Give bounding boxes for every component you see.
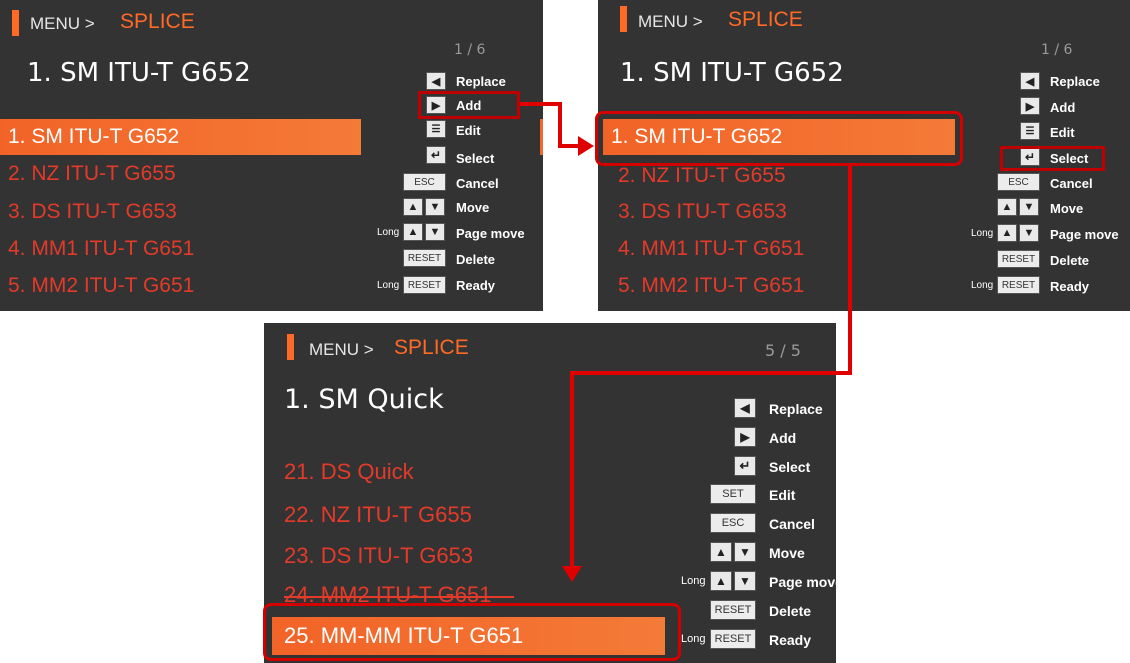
key-label-ready: Ready	[1050, 279, 1090, 294]
key-label-replace: Replace	[456, 74, 506, 89]
edit-key-icon: ☰	[1020, 122, 1040, 140]
left-arrow-key-icon: ◀	[1020, 72, 1040, 90]
key-label-page-move: Page move	[1050, 227, 1119, 242]
key-label-select: Select	[769, 459, 811, 475]
long-press-label: Long	[681, 633, 706, 645]
esc-key-icon: ESC	[997, 173, 1040, 191]
reset-key-icon: RESET	[997, 276, 1040, 294]
list-item[interactable]: 3. DS ITU-T G653	[8, 200, 177, 224]
current-setting-title: 1. SM ITU-T G652	[620, 58, 844, 88]
reset-key-icon: RESET	[997, 250, 1040, 268]
up-arrow-key-icon: ▲	[403, 198, 423, 216]
enter-key-icon: ↵	[734, 456, 756, 476]
list-item[interactable]: 5. MM2 ITU-T G651	[618, 274, 804, 298]
up-arrow-key-icon: ▲	[403, 223, 423, 241]
header-accent-bar	[287, 334, 294, 360]
header-accent-bar	[12, 10, 19, 36]
enter-key-icon: ↵	[426, 146, 446, 164]
down-arrow-key-icon: ▼	[425, 223, 445, 241]
up-arrow-key-icon: ▲	[710, 571, 732, 591]
key-label-delete: Delete	[769, 603, 812, 619]
breadcrumb-menu: MENU >	[638, 12, 703, 31]
down-arrow-key-icon: ▼	[425, 198, 445, 216]
key-label-ready: Ready	[769, 632, 812, 648]
page-indicator: 1 / 6	[454, 42, 486, 58]
list-item[interactable]: 4. MM1 ITU-T G651	[618, 237, 804, 261]
key-label-edit: Edit	[456, 123, 481, 138]
key-label-ready: Ready	[456, 278, 496, 293]
strike-line	[284, 596, 514, 598]
key-label-edit: Edit	[1050, 125, 1075, 140]
key-label-delete: Delete	[1050, 253, 1090, 268]
reset-key-icon: RESET	[403, 276, 446, 294]
page-indicator: 5 / 5	[765, 341, 801, 360]
long-press-label: Long	[681, 575, 706, 587]
list-item[interactable]: 2. NZ ITU-T G655	[8, 162, 176, 186]
key-label-move: Move	[456, 200, 490, 215]
list-item[interactable]: 4. MM1 ITU-T G651	[8, 237, 194, 261]
edit-key-icon: ☰	[426, 120, 446, 138]
right-arrow-key-icon: ▶	[1020, 97, 1040, 115]
key-label-move: Move	[769, 545, 805, 561]
key-label-cancel: Cancel	[1050, 176, 1093, 191]
up-arrow-key-icon: ▲	[710, 542, 732, 562]
key-label-cancel: Cancel	[769, 516, 815, 532]
arrowhead-icon	[578, 136, 594, 156]
list-item[interactable]: 23. DS ITU-T G653	[284, 543, 473, 569]
key-label-add: Add	[769, 430, 797, 446]
down-arrow-key-icon: ▼	[1019, 198, 1039, 216]
long-press-label: Long	[971, 280, 994, 291]
current-setting-title: 1. SM ITU-T G652	[27, 58, 251, 88]
current-setting-title: 1. SM Quick	[284, 384, 444, 415]
breadcrumb-section: SPLICE	[394, 336, 469, 359]
add-key-highlight	[418, 91, 520, 119]
breadcrumb-menu: MENU >	[309, 340, 374, 359]
breadcrumb-section: SPLICE	[728, 8, 803, 31]
select-key-highlight	[1000, 146, 1105, 171]
left-arrow-key-icon: ◀	[426, 72, 446, 90]
up-arrow-key-icon: ▲	[997, 198, 1017, 216]
key-label-select: Select	[456, 151, 495, 166]
left-arrow-key-icon: ◀	[734, 398, 756, 418]
key-label-move: Move	[1050, 201, 1084, 216]
screen-1: MENU > SPLICE 1 / 6 1. SM ITU-T G652 1. …	[0, 0, 543, 311]
esc-key-icon: ESC	[710, 513, 756, 533]
header-accent-bar	[620, 6, 627, 32]
key-label-page-move: Page move	[769, 574, 836, 590]
key-label-add: Add	[1050, 100, 1076, 115]
up-arrow-key-icon: ▲	[997, 224, 1017, 242]
reset-key-icon: RESET	[403, 249, 446, 267]
esc-key-icon: ESC	[403, 173, 446, 191]
selection-bar-edge	[540, 119, 543, 155]
selected-item-highlight	[263, 603, 681, 661]
breadcrumb-section: SPLICE	[120, 10, 195, 33]
key-label-delete: Delete	[456, 252, 496, 267]
right-arrow-key-icon: ▶	[734, 427, 756, 447]
key-label-cancel: Cancel	[456, 176, 499, 191]
list-item-selected[interactable]: 1. SM ITU-T G652	[0, 119, 361, 155]
long-press-label: Long	[377, 227, 400, 238]
key-label-edit: Edit	[769, 487, 796, 503]
list-item[interactable]: 21. DS Quick	[284, 459, 414, 485]
breadcrumb-menu: MENU >	[30, 14, 95, 33]
reset-key-icon: RESET	[710, 629, 756, 649]
key-label-replace: Replace	[1050, 74, 1100, 89]
set-key-icon: SET	[710, 484, 756, 504]
down-arrow-key-icon: ▼	[734, 542, 756, 562]
key-label-page-move: Page move	[456, 226, 525, 241]
page-indicator: 1 / 6	[1041, 42, 1073, 58]
long-press-label: Long	[971, 228, 994, 239]
key-label-replace: Replace	[769, 401, 823, 417]
list-item[interactable]: 2. NZ ITU-T G655	[618, 164, 786, 188]
long-press-label: Long	[377, 280, 400, 291]
reset-key-icon: RESET	[710, 600, 756, 620]
down-arrow-key-icon: ▼	[1019, 224, 1039, 242]
selected-item-highlight	[595, 111, 963, 166]
down-arrow-key-icon: ▼	[734, 571, 756, 591]
list-item[interactable]: 22. NZ ITU-T G655	[284, 502, 472, 528]
list-item[interactable]: 5. MM2 ITU-T G651	[8, 274, 194, 298]
list-item[interactable]: 3. DS ITU-T G653	[618, 200, 787, 224]
